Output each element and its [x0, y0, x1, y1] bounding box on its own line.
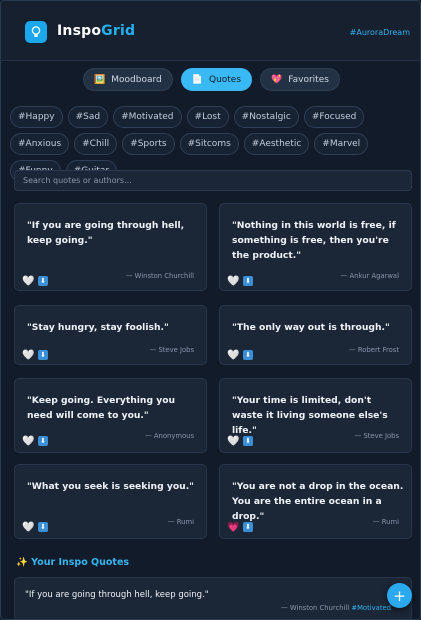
quote-text: "Nothing in this world is free, if somet… [232, 220, 396, 261]
lightbulb-icon-glyph [31, 26, 41, 37]
card-actions: 🤍 ⬇ [22, 276, 48, 288]
download-icon[interactable]: ⬇ [243, 522, 253, 532]
document-icon: 📄 [191, 74, 203, 85]
picture-icon: 🖼️ [94, 74, 106, 85]
quote-card[interactable]: "If you are going through hell, keep goi… [14, 203, 207, 291]
quote-text: "What you seek is seeking you." [27, 481, 194, 492]
heart-icon: 💖 [271, 74, 283, 85]
app-title: InspoGrid [57, 23, 135, 39]
heart-icon[interactable]: 🤍 [22, 436, 34, 448]
card-actions: 💗 ⬇ [227, 522, 253, 534]
section-title-label: Your Inspo Quotes [31, 557, 130, 568]
card-actions: 🤍 ⬇ [22, 522, 48, 534]
quote-card[interactable]: "You are not a drop in the ocean. You ar… [219, 464, 412, 539]
my-quote-text: "If you are going through hell, keep goi… [25, 590, 209, 600]
card-actions: 🤍 ⬇ [22, 350, 48, 362]
my-quote-meta: — Winston Churchill #Motivated [281, 604, 391, 612]
hashtag-anxious[interactable]: #Anxious [10, 133, 70, 155]
quote-author: — Steve Jobs [149, 346, 194, 354]
download-icon[interactable]: ⬇ [38, 436, 48, 446]
quote-author: — Robert Frost [348, 346, 399, 354]
heart-icon[interactable]: 🤍 [22, 522, 34, 534]
tab-label: Moodboard [111, 74, 162, 85]
search-input[interactable]: Search quotes or authors... [14, 170, 412, 191]
hashtag-chill[interactable]: #Chill [74, 133, 118, 155]
quote-author: — Anonymous [144, 432, 194, 440]
download-icon[interactable]: ⬇ [38, 350, 48, 360]
quote-card[interactable]: "What you seek is seeking you." — Rumi 🤍… [14, 464, 207, 539]
card-actions: 🤍 ⬇ [227, 276, 253, 288]
quote-card[interactable]: "Your time is limited, don't waste it li… [219, 378, 412, 453]
hashtag-motivated[interactable]: #Motivated [113, 106, 182, 128]
quote-text: "Stay hungry, stay foolish." [27, 322, 169, 333]
add-quote-button[interactable]: + [387, 583, 412, 608]
quote-card[interactable]: "Keep going. Everything you need will co… [14, 378, 207, 453]
hashtag-happy[interactable]: #Happy [10, 106, 63, 128]
quote-text: "If you are going through hell, keep goi… [27, 220, 185, 246]
hashtag-marvel[interactable]: #Marvel [314, 133, 369, 155]
tab-label: Favorites [288, 74, 329, 85]
download-icon[interactable]: ⬇ [243, 276, 253, 286]
tab-label: Quotes [208, 74, 242, 85]
heart-icon[interactable]: 🤍 [22, 276, 34, 288]
tab-quotes[interactable]: 📄 Quotes [180, 68, 253, 91]
heart-filled-icon[interactable]: 💗 [227, 522, 239, 534]
header: InspoGrid #AuroraDream [1, 1, 420, 61]
quote-author: — Winston Churchill [125, 272, 194, 280]
quote-author: — Rumi [372, 518, 399, 526]
tab-favorites[interactable]: 💖 Favorites [260, 68, 340, 91]
app-window: InspoGrid #AuroraDream 🖼️ Moodboard 📄 Qu… [0, 0, 421, 620]
hashtag-sports[interactable]: #Sports [122, 133, 175, 155]
quote-author: — Ankur Agarwal [340, 272, 399, 280]
heart-icon[interactable]: 🤍 [227, 350, 239, 362]
quote-card[interactable]: "Nothing in this world is free, if somet… [219, 203, 412, 291]
quote-author: — Rumi [167, 518, 194, 526]
download-icon[interactable]: ⬇ [243, 350, 253, 360]
card-actions: 🤍 ⬇ [227, 436, 253, 448]
lightbulb-icon [25, 21, 47, 43]
my-quote-card[interactable]: "If you are going through hell, keep goi… [14, 577, 412, 619]
heart-icon[interactable]: 🤍 [227, 276, 239, 288]
my-quote-author: — Winston Churchill [280, 604, 350, 612]
download-icon[interactable]: ⬇ [38, 522, 48, 532]
download-icon[interactable]: ⬇ [38, 276, 48, 286]
heart-icon[interactable]: 🤍 [22, 350, 34, 362]
tab-moodboard[interactable]: 🖼️ Moodboard [83, 68, 173, 91]
hashtag-focused[interactable]: #Focused [303, 106, 365, 128]
quote-text: "Keep going. Everything you need will co… [27, 395, 176, 421]
hashtag-sitcoms[interactable]: #Sitcoms [179, 133, 239, 155]
card-actions: 🤍 ⬇ [227, 350, 253, 362]
hashtag-nostalgic[interactable]: #Nostalgic [233, 106, 299, 128]
hashtag-aesthetic[interactable]: #Aesthetic [243, 133, 310, 155]
download-icon[interactable]: ⬇ [243, 436, 253, 446]
section-title: ✨ Your Inspo Quotes [16, 557, 129, 568]
hashtag-lost[interactable]: #Lost [186, 106, 229, 128]
quote-author: — Steve Jobs [354, 432, 399, 440]
quote-text: "The only way out is through." [232, 322, 390, 333]
quote-card[interactable]: "The only way out is through." — Robert … [219, 305, 412, 365]
hashtag-sad[interactable]: #Sad [67, 106, 109, 128]
heart-icon[interactable]: 🤍 [227, 436, 239, 448]
card-actions: 🤍 ⬇ [22, 436, 48, 448]
sparkles-icon: ✨ [16, 557, 28, 568]
quote-card[interactable]: "Stay hungry, stay foolish." — Steve Job… [14, 305, 207, 365]
view-tabs: 🖼️ Moodboard 📄 Quotes 💖 Favorites [1, 68, 420, 91]
theme-tag: #AuroraDream [349, 28, 410, 37]
my-quote-tag: #Motivated [351, 604, 391, 612]
app-title-suffix: Grid [101, 23, 136, 39]
app-title-prefix: Inspo [57, 23, 102, 39]
